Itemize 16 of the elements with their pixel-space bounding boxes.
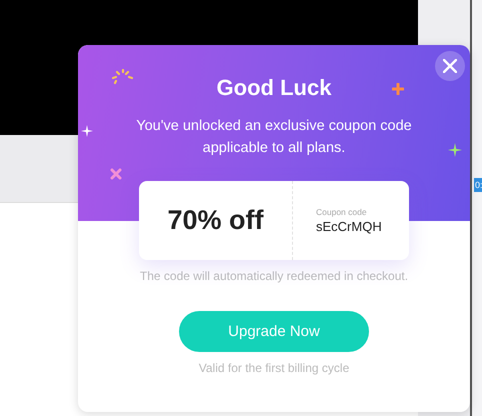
upgrade-button[interactable]: Upgrade Now (179, 311, 369, 352)
dialog-title: Good Luck (216, 75, 332, 101)
coupon-code: sEcCrMQH (316, 219, 383, 234)
sparkle-icon (111, 69, 135, 87)
close-icon (443, 59, 457, 73)
checkout-note: The code will automatically redeemed in checkout. (140, 269, 408, 283)
plus-icon (392, 83, 404, 95)
time-tag: 0: (474, 178, 482, 192)
dialog-message: You've unlocked an exclusive coupon code applicable to all plans. (135, 117, 413, 158)
code-label: Coupon code (316, 207, 368, 217)
cross-icon (110, 168, 122, 180)
billing-note: Valid for the first billing cycle (198, 361, 350, 375)
discount-text: 70% off (139, 181, 293, 260)
close-button[interactable] (435, 51, 465, 81)
star-icon (81, 125, 93, 137)
star-icon (448, 143, 462, 157)
